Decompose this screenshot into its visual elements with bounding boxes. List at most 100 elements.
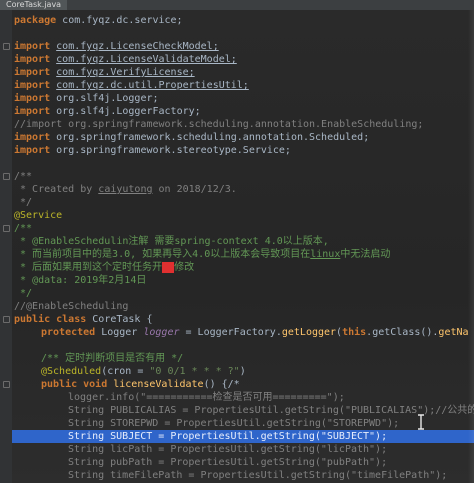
code-line[interactable]: */ <box>12 196 474 209</box>
file-tab[interactable]: CoreTask.java <box>0 0 68 10</box>
code-line[interactable]: import com.fyqz.LicenseValidateModel; <box>12 53 474 66</box>
code-token: String licPath = PropertiesUtil.getStrin… <box>68 444 388 455</box>
code-token: @Scheduled <box>41 366 102 377</box>
code-line[interactable]: import org.slf4j.Logger; <box>12 92 474 105</box>
code-line[interactable]: import org.springframework.scheduling.an… <box>12 131 474 144</box>
code-line[interactable]: import com.fyqz.dc.util.PropertiesUtil; <box>12 79 474 92</box>
code-token: linux <box>310 249 341 260</box>
code-line[interactable]: import org.springframework.stereotype.Se… <box>12 144 474 157</box>
editor-gutter[interactable] <box>0 10 12 483</box>
code-line-text: /** <box>14 222 32 235</box>
code-line-text: //@EnableScheduling <box>14 300 128 313</box>
code-line[interactable]: * 而当前项目中的是3.0, 如果再导入4.0以上版本会导致项目在linux中无… <box>12 248 474 261</box>
code-line[interactable] <box>12 157 474 170</box>
code-line[interactable]: package com.fyqz.dc.service; <box>12 14 474 27</box>
code-line[interactable]: * Created by caiyutong on 2018/12/3. <box>12 183 474 196</box>
code-token: //@EnableScheduling <box>14 301 129 312</box>
code-line[interactable]: //@EnableScheduling <box>12 300 474 313</box>
code-token: import <box>14 54 57 65</box>
code-token: logger <box>143 327 180 338</box>
code-token: * 后面如果用到这个定时任务开 <box>14 262 163 273</box>
code-line[interactable]: /** <box>12 170 474 183</box>
code-line[interactable]: /** <box>12 222 474 235</box>
code-line[interactable] <box>12 339 474 352</box>
code-token: String PUBLICALIAS = PropertiesUtil.getS… <box>68 405 474 416</box>
code-token: /** 定时判断项目是否有用 */ <box>41 353 184 364</box>
fold-marker-icon[interactable] <box>3 381 10 388</box>
code-token: @EnableSchedulin注解 <box>32 236 149 247</box>
code-token: * Created by <box>14 184 99 195</box>
code-token: import <box>14 145 57 156</box>
code-line[interactable] <box>12 27 474 40</box>
code-line-text: public void licenseValidate() {/* <box>41 378 240 391</box>
code-line-text: logger.info("===========检查是否可用========="… <box>68 391 345 404</box>
code-line[interactable]: String SUBJECT = PropertiesUtil.getStrin… <box>12 430 474 443</box>
code-line[interactable]: */ <box>12 287 474 300</box>
editor-tab-bar: CoreTask.java <box>0 0 474 10</box>
code-line[interactable]: String PUBLICALIAS = PropertiesUtil.getS… <box>12 404 474 417</box>
code-line[interactable]: /** 定时判断项目是否有用 */ <box>12 352 474 365</box>
code-line-text: protected Logger logger = LoggerFactory.… <box>41 326 469 339</box>
code-line[interactable]: logger.info("===========检查是否可用========="… <box>12 391 474 404</box>
code-line[interactable]: * @EnableSchedulin注解 需要spring-context 4.… <box>12 235 474 248</box>
code-token: import <box>14 132 57 143</box>
code-line-text: import com.fyqz.VerifyLicense; <box>14 66 195 79</box>
code-token: String timeFilePath = PropertiesUtil.get… <box>68 470 448 481</box>
code-token: import <box>14 67 57 78</box>
code-token: protected <box>41 327 102 338</box>
code-line[interactable]: public class CoreTask { <box>12 313 474 326</box>
code-token: import <box>14 93 57 104</box>
code-line[interactable]: * @data: 2019年2月14日 <box>12 274 474 287</box>
code-line[interactable]: String pubPath = PropertiesUtil.getStrin… <box>12 456 474 469</box>
code-token: public void <box>41 379 114 390</box>
code-line[interactable]: String licPath = PropertiesUtil.getStrin… <box>12 443 474 456</box>
code-line[interactable]: //import org.springframework.scheduling.… <box>12 118 474 131</box>
fold-marker-icon[interactable] <box>3 173 10 180</box>
code-token: /** <box>14 223 33 234</box>
code-line-text: * @EnableSchedulin注解 需要spring-context 4.… <box>14 235 329 248</box>
code-token: on 2018/12/3. <box>152 184 237 195</box>
code-line[interactable]: String timeFilePath = PropertiesUtil.get… <box>12 469 474 482</box>
fold-marker-icon[interactable] <box>3 43 10 50</box>
code-token: @data: <box>32 275 69 286</box>
code-token: com.fyqz.VerifyLicense; <box>56 67 195 78</box>
code-line[interactable]: import org.slf4j.LoggerFactory; <box>12 105 474 118</box>
code-token: * <box>14 236 33 247</box>
code-line-text: String STOREPWD = PropertiesUtil.getStri… <box>68 417 399 430</box>
code-line-text: //import org.springframework.scheduling.… <box>14 118 423 131</box>
code-line[interactable]: String STOREPWD = PropertiesUtil.getStri… <box>12 417 474 430</box>
code-line[interactable]: * 后面如果用到这个定时任务开■■修改 <box>12 261 474 274</box>
code-token: import <box>14 41 57 52</box>
code-line-text: @Scheduled(cron = "0 0/1 * * * ?") <box>41 365 246 378</box>
fold-marker-icon[interactable] <box>3 316 10 323</box>
code-line-text: * 而当前项目中的是3.0, 如果再导入4.0以上版本会导致项目在linux中无… <box>14 248 390 261</box>
code-line-text: import com.fyqz.LicenseValidateModel; <box>14 53 237 66</box>
fold-marker-icon[interactable] <box>3 225 10 232</box>
code-line-text: import org.springframework.stereotype.Se… <box>14 144 291 157</box>
code-line[interactable]: @Scheduled(cron = "0 0/1 * * * ?") <box>12 365 474 378</box>
code-line[interactable]: import com.fyqz.VerifyLicense; <box>12 66 474 79</box>
code-editor-window: CoreTask.java package com.fyqz.dc.servic… <box>0 0 474 483</box>
code-token: org.slf4j.Logger; <box>56 93 159 104</box>
code-token: com.fyqz.dc.util.PropertiesUtil; <box>56 80 249 91</box>
code-token: logger.info("===========检查是否可用========="… <box>68 392 345 403</box>
code-line-text: * 后面如果用到这个定时任务开■■修改 <box>14 261 194 274</box>
code-line[interactable]: import com.fyqz.LicenseCheckModel; <box>12 40 474 53</box>
code-line-text: package com.fyqz.dc.service; <box>14 14 183 27</box>
code-token: org.springframework.scheduling.annotatio… <box>56 132 370 143</box>
screen-glare <box>468 10 474 483</box>
code-token: String pubPath = PropertiesUtil.getStrin… <box>68 457 388 468</box>
code-line[interactable]: protected Logger logger = LoggerFactory.… <box>12 326 474 339</box>
code-line-text: * @data: 2019年2月14日 <box>14 274 146 287</box>
code-token: com.fyqz.LicenseValidateModel; <box>56 54 237 65</box>
code-line-text: String timeFilePath = PropertiesUtil.get… <box>68 469 447 482</box>
code-token: * 而当前项目中的是3.0, 如果再导入4.0以上版本会导致项目在 <box>14 249 311 260</box>
code-line-text: import com.fyqz.dc.util.PropertiesUtil; <box>14 79 249 92</box>
code-token: 2019年2月14日 <box>68 275 147 286</box>
code-area[interactable]: package com.fyqz.dc.service; import com.f… <box>12 10 474 483</box>
code-line-text: @Service <box>14 209 62 222</box>
code-token: () {/* <box>203 379 240 390</box>
code-line[interactable]: public void licenseValidate() {/* <box>12 378 474 391</box>
code-line-text: String SUBJECT = PropertiesUtil.getStrin… <box>68 430 387 443</box>
code-line[interactable]: @Service <box>12 209 474 222</box>
